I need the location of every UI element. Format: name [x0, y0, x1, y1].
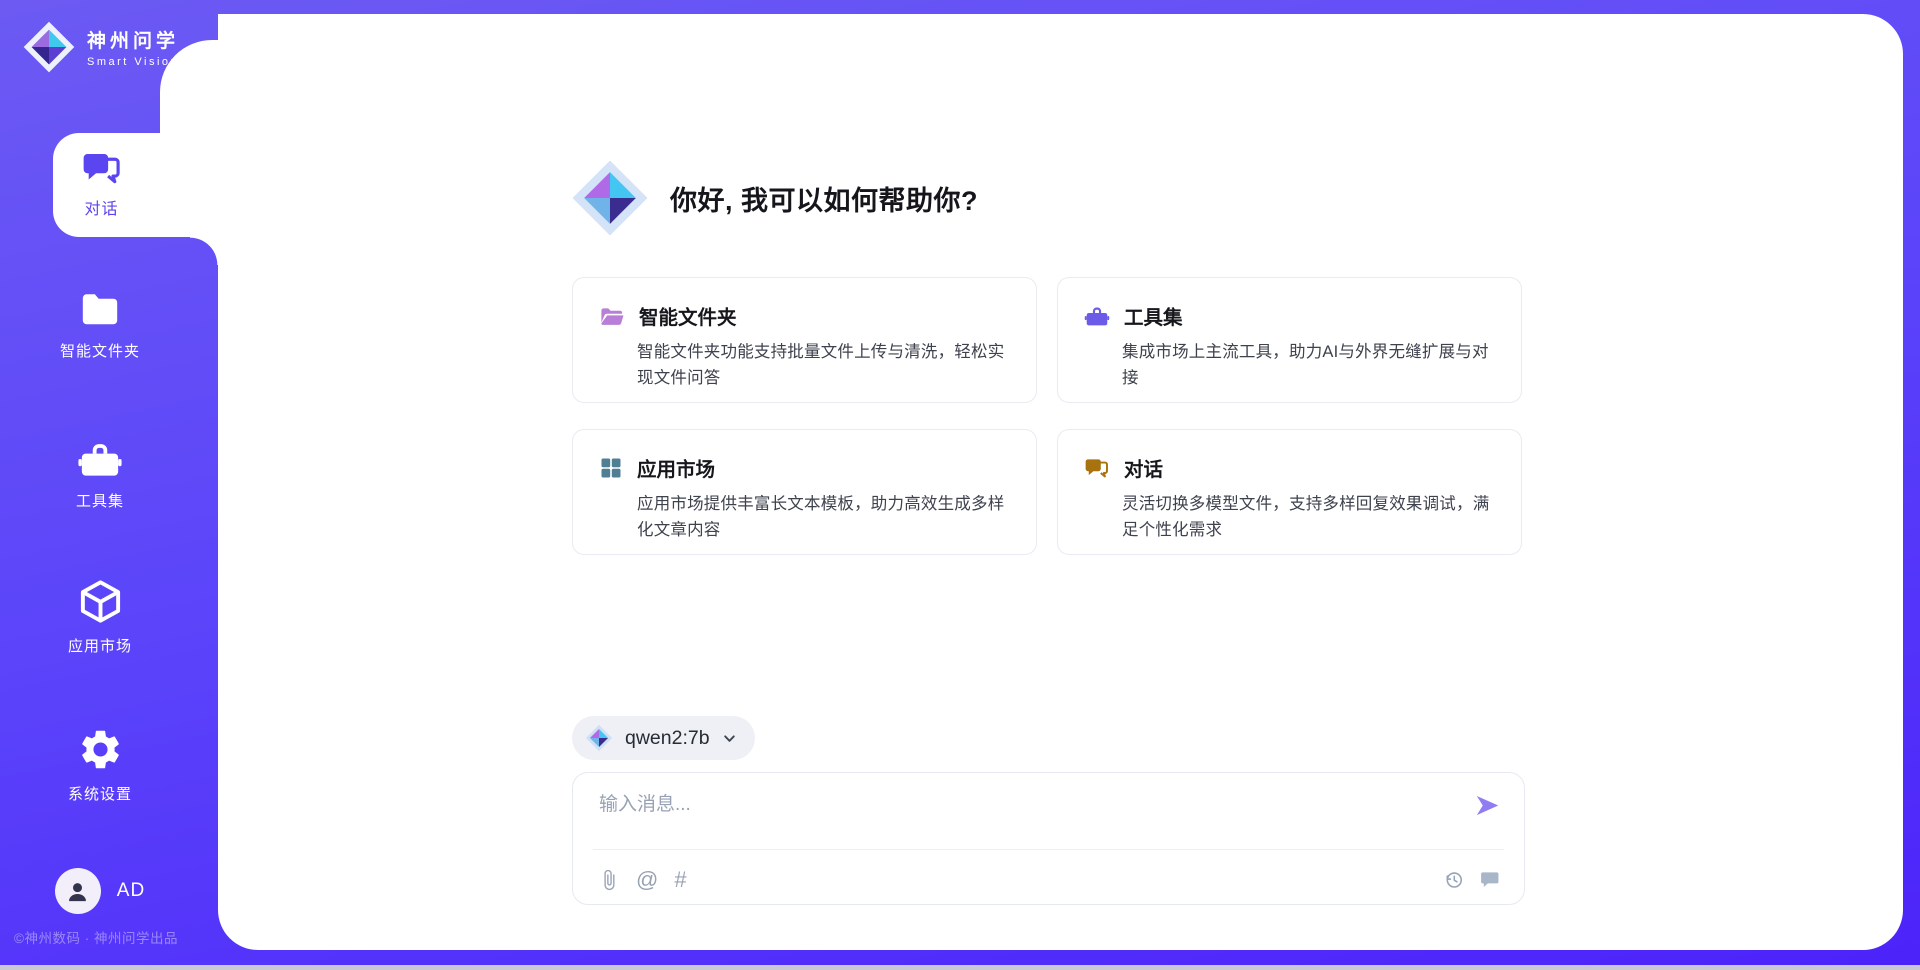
user-initials: AD	[117, 880, 145, 902]
card-toolset[interactable]: 工具集 集成市场上主流工具，助力AI与外界无缝扩展与对接	[1057, 277, 1522, 403]
sidebar-item-label: 智能文件夹	[60, 340, 140, 361]
gear-icon	[77, 726, 124, 773]
feature-cards: 智能文件夹 智能文件夹功能支持批量文件上传与清洗，轻松实现文件问答 工具集 集成…	[572, 277, 1522, 555]
message-input[interactable]	[599, 790, 1419, 820]
chat-bubble-icon[interactable]	[1479, 868, 1502, 891]
sidebar-item-chat[interactable]: 对话	[53, 133, 218, 237]
card-title: 对话	[1124, 453, 1163, 482]
hashtag-icon[interactable]: #	[674, 869, 686, 891]
sidebar-item-app-market[interactable]: 应用市场	[0, 578, 200, 656]
sidebar-item-smart-folder[interactable]: 智能文件夹	[0, 288, 200, 361]
brand-subtitle: Smart Vision	[87, 56, 179, 68]
card-app-market[interactable]: 应用市场 应用市场提供丰富长文本模板，助力高效生成多样化文章内容	[572, 429, 1037, 555]
sidebar-item-label: 应用市场	[68, 635, 132, 656]
toolbox-icon	[1084, 304, 1110, 328]
send-icon[interactable]	[1474, 792, 1501, 819]
attach-file-icon[interactable]	[598, 869, 620, 891]
folder-icon	[77, 288, 123, 330]
sidebar-item-toolset[interactable]: 工具集	[0, 438, 200, 511]
card-description: 智能文件夹功能支持批量文件上传与清洗，轻松实现文件问答	[637, 339, 1010, 392]
history-icon[interactable]	[1443, 869, 1465, 891]
sidebar-item-settings[interactable]: 系统设置	[0, 726, 200, 804]
folder-open-icon	[599, 304, 625, 328]
sidebar-item-label: 系统设置	[68, 783, 132, 804]
chat-icon	[1084, 457, 1110, 479]
chevron-down-icon	[722, 731, 737, 746]
toolbox-icon	[77, 438, 123, 480]
composer-divider	[593, 849, 1504, 850]
app-background: { "brand": { "name_cn": "神州问学", "name_en…	[0, 0, 1920, 970]
brand-diamond-icon	[22, 20, 76, 74]
user-menu[interactable]: AD	[0, 868, 200, 914]
active-tab-bottom-curve	[190, 237, 218, 265]
brand-logo: 神州问学 Smart Vision	[22, 20, 179, 74]
greeting-block: 你好, 我可以如何帮助你?	[570, 158, 978, 238]
card-title: 智能文件夹	[639, 301, 737, 330]
card-title: 应用市场	[637, 453, 715, 482]
model-diamond-icon	[585, 724, 613, 752]
mention-icon[interactable]: @	[636, 869, 658, 891]
model-name: qwen2:7b	[625, 727, 710, 750]
card-description: 灵活切换多模型文件，支持多样回复效果调试，满足个性化需求	[1122, 491, 1495, 544]
sidebar-item-label: 工具集	[76, 490, 124, 511]
grid-icon	[599, 456, 623, 480]
message-composer: @ #	[572, 772, 1525, 905]
copyright-text: ©神州数码 · 神州问学出品	[14, 927, 178, 947]
card-smart-folder[interactable]: 智能文件夹 智能文件夹功能支持批量文件上传与清洗，轻松实现文件问答	[572, 277, 1037, 403]
person-icon	[64, 878, 91, 905]
card-title: 工具集	[1124, 301, 1183, 330]
model-selector[interactable]: qwen2:7b	[572, 716, 755, 760]
cube-icon	[77, 578, 124, 625]
card-description: 应用市场提供丰富长文本模板，助力高效生成多样化文章内容	[637, 491, 1010, 544]
card-description: 集成市场上主流工具，助力AI与外界无缝扩展与对接	[1122, 339, 1495, 392]
horizontal-scrollbar[interactable]	[0, 965, 1920, 970]
avatar	[55, 868, 101, 914]
brand-name: 神州问学	[87, 26, 179, 53]
card-chat[interactable]: 对话 灵活切换多模型文件，支持多样回复效果调试，满足个性化需求	[1057, 429, 1522, 555]
sidebar-item-label: 对话	[84, 195, 118, 219]
chat-icon	[81, 150, 123, 186]
greeting-title: 你好, 我可以如何帮助你?	[670, 179, 978, 218]
assistant-diamond-icon	[570, 158, 650, 238]
